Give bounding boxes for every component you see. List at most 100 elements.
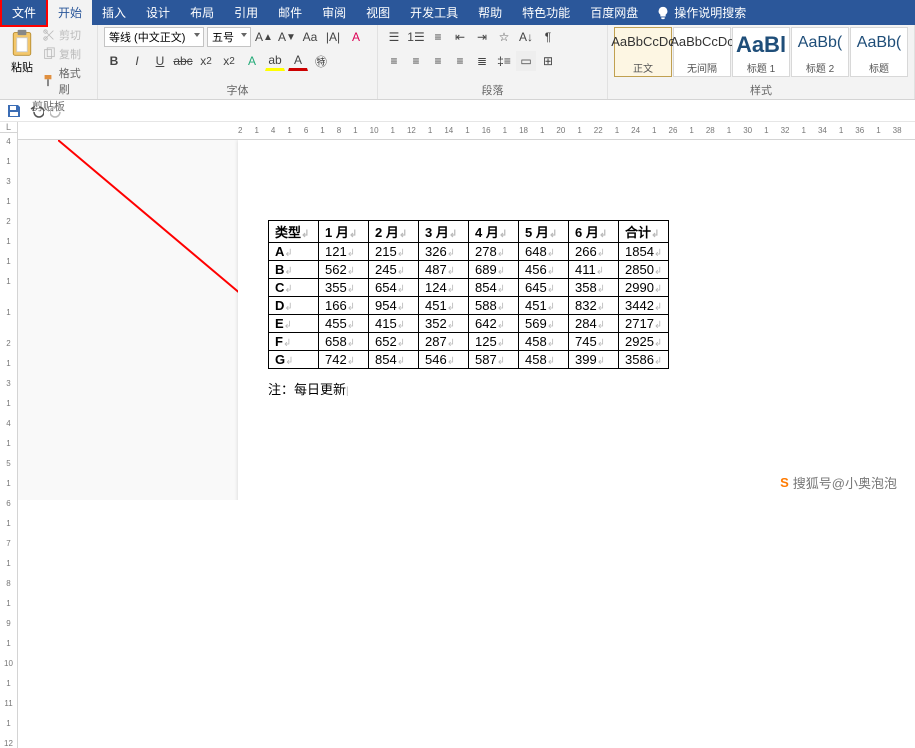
tab-review[interactable]: 审阅 [312, 0, 356, 25]
style-card[interactable]: AaBb(标题 [850, 27, 908, 77]
table-cell[interactable]: 546↲ [419, 351, 469, 369]
tab-design[interactable]: 设计 [136, 0, 180, 25]
table-cell[interactable]: 854↲ [369, 351, 419, 369]
table-cell[interactable]: 121↲ [319, 243, 369, 261]
table-cell[interactable]: 569↲ [519, 315, 569, 333]
font-name-select[interactable]: 等线 (中文正文) [104, 27, 204, 47]
table-cell[interactable]: 245↲ [369, 261, 419, 279]
borders-button[interactable]: ⊞ [538, 51, 558, 71]
justify-button[interactable]: ≡ [450, 51, 470, 71]
table-cell[interactable]: A↲ [269, 243, 319, 261]
table-cell[interactable]: 745↲ [569, 333, 619, 351]
undo-button[interactable] [28, 103, 44, 119]
table-cell[interactable]: 456↲ [519, 261, 569, 279]
align-right-button[interactable]: ≡ [428, 51, 448, 71]
table-cell[interactable]: 458↲ [519, 351, 569, 369]
table-cell[interactable]: F↲ [269, 333, 319, 351]
align-left-button[interactable]: ≡ [384, 51, 404, 71]
table-cell[interactable]: 588↲ [469, 297, 519, 315]
table-cell[interactable]: 654↲ [369, 279, 419, 297]
shrink-font-button[interactable]: A▼ [277, 27, 297, 47]
table-cell[interactable]: 3586↲ [619, 351, 669, 369]
table-cell[interactable]: 358↲ [569, 279, 619, 297]
table-cell[interactable]: 326↲ [419, 243, 469, 261]
multilevel-button[interactable]: ≡ [428, 27, 448, 47]
table-cell[interactable]: 2925↲ [619, 333, 669, 351]
sort-button[interactable]: A↓ [516, 27, 536, 47]
numbering-button[interactable]: 1☰ [406, 27, 426, 47]
increase-indent-button[interactable]: ⇥ [472, 27, 492, 47]
table-cell[interactable]: 399↲ [569, 351, 619, 369]
tab-home[interactable]: 开始 [48, 0, 92, 25]
paste-button[interactable]: 粘贴 [6, 27, 38, 77]
font-color-button[interactable]: A [288, 51, 308, 71]
table-cell[interactable]: 2717↲ [619, 315, 669, 333]
change-case-button[interactable]: Aa [300, 27, 320, 47]
tab-baidu[interactable]: 百度网盘 [580, 0, 648, 25]
phonetic-button[interactable]: |A| [323, 27, 343, 47]
table-cell[interactable]: 2850↲ [619, 261, 669, 279]
table-cell[interactable]: 658↲ [319, 333, 369, 351]
table-cell[interactable]: 854↲ [469, 279, 519, 297]
table-cell[interactable]: 2990↲ [619, 279, 669, 297]
style-card[interactable]: AaBl标题 1 [732, 27, 790, 77]
save-button[interactable] [6, 103, 22, 119]
show-marks-button[interactable]: ¶ [538, 27, 558, 47]
redo-button[interactable] [50, 103, 66, 119]
table-cell[interactable]: 166↲ [319, 297, 369, 315]
table-cell[interactable]: 215↲ [369, 243, 419, 261]
table-cell[interactable]: 652↲ [369, 333, 419, 351]
clear-format-button[interactable]: A [346, 27, 366, 47]
table-cell[interactable]: 742↲ [319, 351, 369, 369]
document-content[interactable]: 类型↲1 月↲2 月↲3 月↲4 月↲5 月↲6 月↲合计↲ A↲121↲215… [18, 140, 915, 500]
table-cell[interactable]: 284↲ [569, 315, 619, 333]
table-cell[interactable]: B↲ [269, 261, 319, 279]
shading-button[interactable]: ▭ [516, 51, 536, 71]
tab-insert[interactable]: 插入 [92, 0, 136, 25]
tab-file[interactable]: 文件 [0, 0, 48, 27]
vertical-ruler[interactable]: 413121111213141516171819110111112 [0, 133, 18, 748]
style-card[interactable]: AaBb(标题 2 [791, 27, 849, 77]
table-cell[interactable]: 1854↲ [619, 243, 669, 261]
table-cell[interactable]: 355↲ [319, 279, 369, 297]
font-size-select[interactable]: 五号 [207, 27, 251, 47]
tab-mailings[interactable]: 邮件 [268, 0, 312, 25]
table-cell[interactable]: 487↲ [419, 261, 469, 279]
horizontal-ruler[interactable]: 2141618110112114116118120122124126128130… [18, 122, 915, 140]
strike-button[interactable]: abc [173, 51, 193, 71]
align-center-button[interactable]: ≡ [406, 51, 426, 71]
text-effects-button[interactable]: A [242, 51, 262, 71]
highlight-button[interactable]: ab [265, 51, 285, 71]
underline-button[interactable]: U [150, 51, 170, 71]
superscript-button[interactable]: x2 [219, 51, 239, 71]
subscript-button[interactable]: x2 [196, 51, 216, 71]
table-cell[interactable]: 832↲ [569, 297, 619, 315]
table-cell[interactable]: 954↲ [369, 297, 419, 315]
tab-special[interactable]: 特色功能 [512, 0, 580, 25]
table-cell[interactable]: 562↲ [319, 261, 369, 279]
table-cell[interactable]: 645↲ [519, 279, 569, 297]
table-cell[interactable]: 415↲ [369, 315, 419, 333]
styles-list[interactable]: AaBbCcDc正文AaBbCcDc无间隔AaBl标题 1AaBb(标题 2Aa… [614, 27, 908, 77]
enclose-char-button[interactable]: ㊕ [311, 51, 331, 71]
table-cell[interactable]: D↲ [269, 297, 319, 315]
table-cell[interactable]: 352↲ [419, 315, 469, 333]
table-cell[interactable]: 451↲ [419, 297, 469, 315]
table-cell[interactable]: 411↲ [569, 261, 619, 279]
tell-me[interactable]: 操作说明搜索 [656, 4, 746, 21]
table-cell[interactable]: 642↲ [469, 315, 519, 333]
line-spacing-button[interactable]: ‡≡ [494, 51, 514, 71]
table-cell[interactable]: 125↲ [469, 333, 519, 351]
asian-layout-button[interactable]: ☆ [494, 27, 514, 47]
table-cell[interactable]: C↲ [269, 279, 319, 297]
decrease-indent-button[interactable]: ⇤ [450, 27, 470, 47]
style-card[interactable]: AaBbCcDc正文 [614, 27, 672, 77]
bullets-button[interactable]: ☰ [384, 27, 404, 47]
table-cell[interactable]: 458↲ [519, 333, 569, 351]
table-cell[interactable]: 278↲ [469, 243, 519, 261]
table-cell[interactable]: 124↲ [419, 279, 469, 297]
table-cell[interactable]: E↲ [269, 315, 319, 333]
copy-button[interactable]: 复制 [42, 46, 91, 62]
tab-layout[interactable]: 布局 [180, 0, 224, 25]
table-cell[interactable]: 587↲ [469, 351, 519, 369]
